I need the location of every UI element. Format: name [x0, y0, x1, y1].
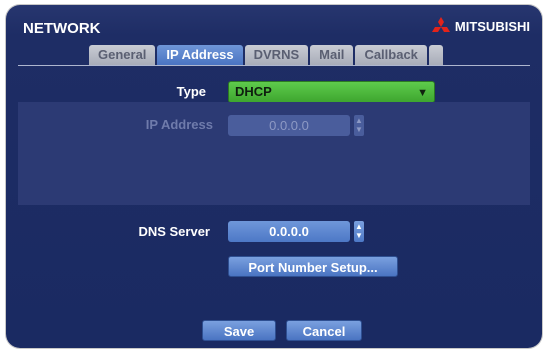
cancel-button[interactable]: Cancel	[286, 320, 362, 341]
tab-mail[interactable]: Mail	[310, 45, 354, 65]
type-select[interactable]: DHCP ▼	[228, 81, 435, 103]
save-button[interactable]: Save	[202, 320, 276, 341]
arrow-down-icon: ▼	[355, 124, 363, 134]
ip-address-spinner: ▲ ▼	[354, 115, 364, 136]
tab-general[interactable]: General	[89, 45, 156, 65]
chevron-down-icon: ▼	[417, 87, 428, 99]
dns-server-label: DNS Server	[138, 224, 210, 239]
tab-dvrns[interactable]: DVRNS	[244, 45, 309, 65]
tab-bar-end	[428, 45, 443, 65]
ip-address-label: IP Address	[145, 117, 213, 132]
ip-address-field: 0.0.0.0	[228, 115, 350, 136]
tab-ip-address[interactable]: IP Address	[157, 45, 243, 65]
brand: MITSUBISHI	[431, 17, 530, 35]
tab-bar: General IP Address DVRNS Mail Callback	[89, 45, 443, 65]
dns-server-spinner[interactable]: ▲ ▼	[354, 221, 364, 242]
dialog-title: NETWORK	[23, 20, 101, 37]
tab-divider	[18, 65, 530, 66]
type-select-value: DHCP	[235, 84, 272, 99]
tab-callback[interactable]: Callback	[355, 45, 427, 65]
type-label: Type	[176, 84, 206, 99]
dns-server-field[interactable]: 0.0.0.0	[228, 221, 350, 242]
network-dialog: NETWORK MITSUBISHI General IP Address DV…	[6, 5, 542, 348]
arrow-down-icon[interactable]: ▼	[355, 231, 363, 241]
brand-name: MITSUBISHI	[454, 18, 530, 34]
mitsubishi-logo-icon	[431, 17, 450, 32]
port-number-setup-button[interactable]: Port Number Setup...	[228, 256, 398, 277]
